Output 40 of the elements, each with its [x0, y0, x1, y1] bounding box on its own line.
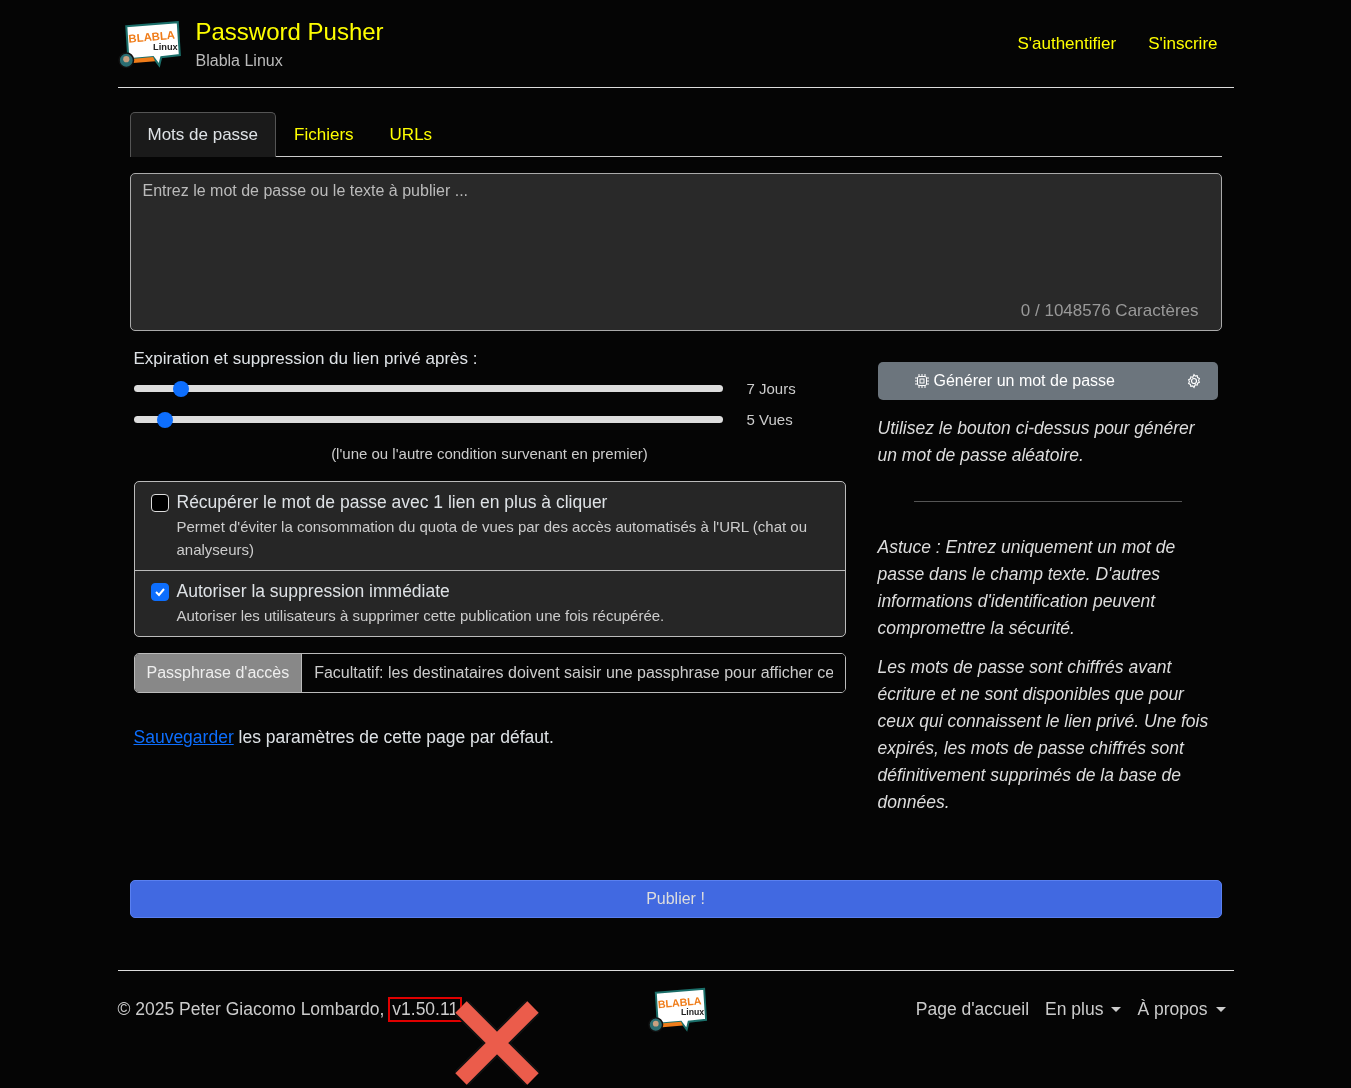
footer-link[interactable]: En plus — [1045, 998, 1122, 1020]
slider-reading: 7 Jours — [746, 380, 796, 397]
condition-note: (l'une ou l'autre condition survenant en premier) — [330, 445, 649, 462]
checkbox[interactable] — [150, 583, 169, 601]
tip-text: Les mots de passe sont chiffrés avant écriture et ne sont disponibles que pour ceux qui connaissent le lien privé. Une fois expirés, les mots de passe chiffrés sont définitivement supprimés de la base de données. — [877, 656, 1210, 814]
character-counter: 0 / 1048576 Caractères — [1020, 301, 1199, 321]
option-label[interactable]: Récupérer le mot de passe avec 1 lien en plus à cliquer — [176, 492, 829, 513]
option-label[interactable]: Autoriser la suppression immédiate — [176, 581, 665, 602]
copyright-text: © 2025 Peter Giacomo Lombardo, — [117, 998, 385, 1020]
caret-icon — [1111, 1006, 1122, 1012]
option-help: Permet d'éviter la consommation du quota de vues par des accès automatisés à l'URL (chat ou analyseurs) — [176, 517, 808, 560]
nav-link[interactable]: S'authentifier — [1017, 33, 1117, 54]
slider-reading: 5 Vues — [746, 411, 793, 428]
save-link[interactable]: Sauvegarder — [133, 727, 234, 747]
chip-icon — [914, 374, 929, 388]
footer-link[interactable]: À propos — [1137, 998, 1226, 1020]
site-title[interactable]: Password Pusher — [195, 17, 384, 46]
option-help: Autoriser les utilisateurs à supprimer cette publication une fois récupérée. — [176, 606, 665, 626]
tab[interactable]: Mots de passe — [129, 112, 277, 157]
tab[interactable]: Fichiers — [276, 112, 372, 156]
save-note: Sauvegarder les paramètres de cette page par défaut. — [133, 727, 555, 748]
site-subtitle: Blabla Linux — [195, 51, 284, 70]
publish-button[interactable]: Publier ! — [129, 880, 1222, 918]
slider-thumb[interactable] — [172, 380, 189, 397]
settings-icon[interactable] — [1185, 373, 1202, 389]
cross-mark-icon — [454, 1000, 539, 1085]
generate-password-button[interactable]: Générer un mot de passe — [877, 362, 1218, 400]
slider-track[interactable] — [133, 411, 723, 428]
tip-text: Astuce : Entrez uniquement un mot de passe dans le champ texte. D'autres informations d'identification peuvent compromettre la sécurité. — [877, 536, 1177, 640]
expiration-label: Expiration et suppression du lien privé après : — [133, 349, 479, 369]
passphrase-label: Passphrase d'accès — [134, 654, 303, 692]
footer-link[interactable]: Page d'accueil — [915, 998, 1030, 1020]
slider-thumb[interactable] — [156, 411, 173, 428]
check-icon — [153, 586, 166, 598]
slider-track[interactable] — [133, 380, 723, 397]
caret-icon — [1215, 1006, 1226, 1012]
generator-hint: Utilisez le bouton ci-dessus pour générer un mot de passe aléatoire. — [877, 417, 1196, 467]
tab[interactable]: URLs — [371, 112, 451, 156]
nav-link[interactable]: S'inscrire — [1148, 33, 1218, 54]
version-text: v1.50.11 — [388, 996, 463, 1022]
